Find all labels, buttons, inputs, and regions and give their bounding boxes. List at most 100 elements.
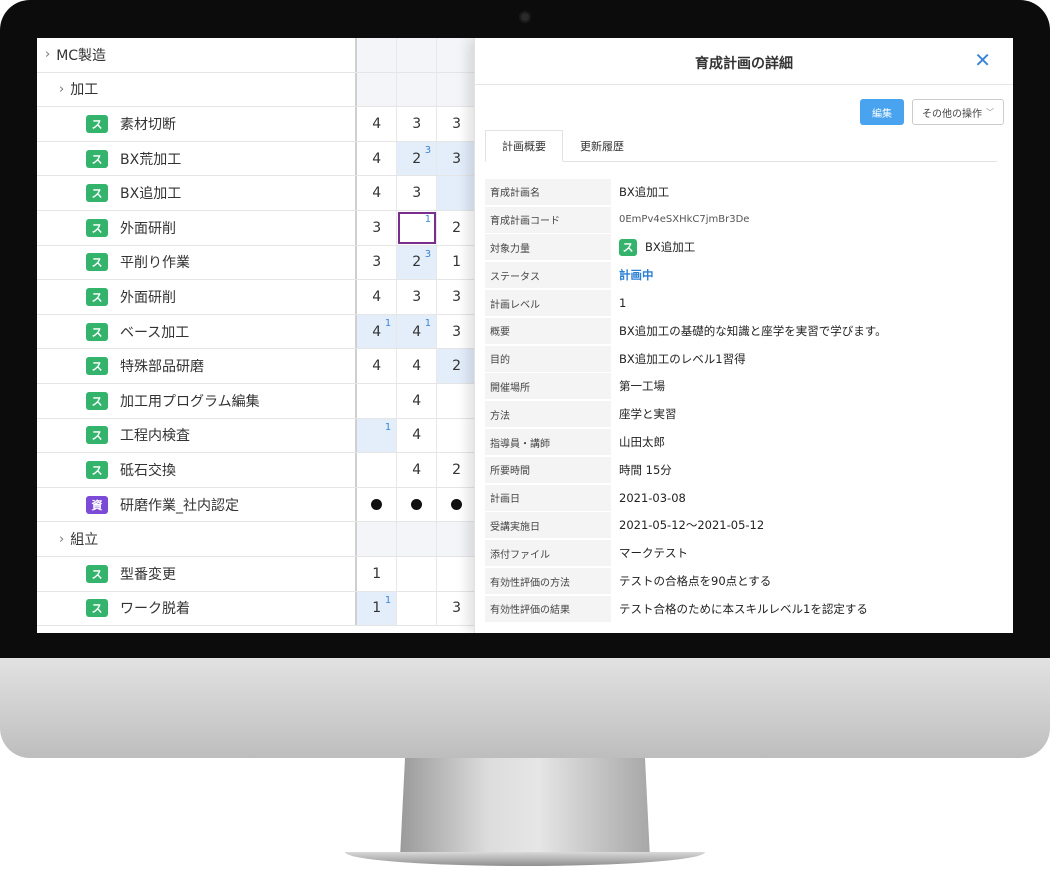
field-label: ステータス [485, 262, 611, 289]
matrix-cell[interactable]: 2 [437, 453, 478, 487]
field-value: 第一工場 [611, 378, 665, 394]
matrix-cell[interactable]: 3 [437, 280, 478, 314]
cell-value: 2 [412, 254, 422, 271]
chevron-right-icon[interactable]: › [45, 47, 50, 62]
matrix-cell[interactable]: 3 [397, 176, 438, 210]
row-label: 組立 [70, 532, 99, 549]
matrix-cell[interactable]: 3 [397, 280, 438, 314]
panel-header: 育成計画の詳細 ✕ [475, 38, 1013, 85]
matrix-cell[interactable] [357, 384, 398, 418]
table-row[interactable]: ス加工用プログラム編集 4 [37, 384, 478, 419]
matrix-cell[interactable] [437, 38, 477, 72]
row-label: BX荒加工 [120, 151, 182, 168]
matrix-cell[interactable]: 3 [437, 314, 478, 349]
table-row[interactable]: ス型番変更 1 [37, 557, 478, 592]
tab-overview[interactable]: 計画概要 [485, 130, 563, 162]
matrix-cell[interactable] [437, 418, 478, 453]
field-value: マークテスト [611, 545, 688, 561]
matrix-cell[interactable]: 41 [357, 314, 398, 349]
cell-superscript: 1 [384, 421, 392, 433]
matrix-cell[interactable]: 41 [397, 314, 438, 349]
matrix-cell[interactable]: 3 [357, 245, 398, 280]
table-row[interactable]: ス砥石交換 4 2 [37, 453, 478, 488]
matrix-cell[interactable]: 4 [357, 141, 398, 176]
table-row[interactable]: ス BX追加工 4 3 [37, 176, 478, 211]
more-actions-button[interactable]: その他の操作 ﹀ [912, 99, 1004, 125]
matrix-cell[interactable] [437, 384, 478, 418]
table-row[interactable]: ス特殊部品研磨 4 4 2 [37, 349, 478, 384]
cell-superscript: 3 [424, 248, 432, 260]
matrix-cell[interactable] [437, 522, 477, 556]
matrix-cell[interactable]: 3 [437, 107, 478, 141]
matrix-cell[interactable]: 4 [397, 453, 438, 487]
matrix-cell[interactable]: 4 [357, 280, 398, 314]
matrix-cell[interactable] [437, 487, 478, 522]
chevron-right-icon[interactable]: › [59, 82, 64, 97]
field-label: 対象力量 [485, 234, 611, 261]
group-row[interactable]: › 加工 [37, 72, 477, 108]
matrix-cell[interactable]: 1 [437, 245, 478, 280]
matrix-cell[interactable]: 23 [397, 141, 438, 176]
matrix-cell[interactable] [437, 557, 478, 591]
field-value-text: テストの合格点を90点とする [619, 574, 772, 589]
matrix-cell[interactable]: 4 [357, 107, 398, 141]
matrix-cell[interactable] [397, 72, 438, 107]
field-label: 添付ファイル [485, 540, 611, 567]
matrix-cell[interactable] [437, 176, 478, 210]
matrix-cell[interactable]: 4 [357, 349, 398, 383]
chevron-right-icon[interactable]: › [59, 532, 64, 547]
cell-value: 4 [412, 427, 422, 444]
cell-value: 4 [372, 323, 382, 340]
matrix-cell[interactable]: 4 [397, 349, 438, 383]
matrix-cell[interactable]: 4 [357, 176, 398, 210]
matrix-cell[interactable]: 2 [437, 211, 478, 245]
matrix-cell[interactable] [397, 487, 438, 522]
table-row[interactable]: ス平削り作業 3 2 3 1 [37, 245, 478, 281]
matrix-cell[interactable]: 1 [397, 211, 438, 245]
table-row[interactable]: ス素材切断 4 3 3 [37, 107, 478, 142]
matrix-cell[interactable] [357, 522, 398, 556]
matrix-cell[interactable]: 3 [437, 141, 478, 176]
tab-history[interactable]: 更新履歴 [563, 130, 641, 162]
field-value-text: マークテスト [619, 546, 688, 561]
certification-tag-icon: 資 [86, 495, 108, 514]
field-label: 有効性評価の結果 [485, 595, 611, 622]
cell-value: 4 [412, 392, 422, 409]
table-row[interactable]: ス工程内検査 1 4 [37, 418, 478, 454]
field-label: 概要 [485, 317, 611, 344]
table-row[interactable]: スワーク脱着 1 1 3 [37, 591, 478, 627]
table-row[interactable]: ス外面研削 3 1 2 [37, 211, 478, 246]
matrix-cell[interactable] [357, 487, 398, 522]
matrix-cell[interactable]: 4 [397, 418, 438, 453]
close-icon[interactable]: ✕ [974, 48, 991, 72]
matrix-cell[interactable]: 4 [397, 384, 438, 418]
group-row[interactable]: › 組立 [37, 522, 477, 557]
matrix-cell[interactable]: 1 [357, 418, 398, 453]
matrix-cell[interactable] [357, 38, 398, 72]
table-row[interactable]: ス外面研削 4 3 3 [37, 280, 478, 315]
matrix-cell[interactable]: 3 [437, 591, 478, 626]
group-row[interactable]: › MC製造 [37, 38, 477, 73]
matrix-cell[interactable] [397, 591, 438, 626]
matrix-cell[interactable]: 11 [357, 591, 398, 626]
matrix-cell[interactable] [397, 38, 438, 72]
skill-tag-icon: ス [86, 184, 108, 203]
matrix-cell[interactable]: 2 [437, 349, 478, 383]
matrix-cell[interactable]: 23 [397, 245, 438, 280]
matrix-cell[interactable] [357, 72, 398, 107]
matrix-cell[interactable] [357, 453, 398, 487]
field-value-text: 計画中 [619, 268, 654, 283]
matrix-cell[interactable] [437, 72, 477, 107]
table-row[interactable]: ス BX荒加工 4 2 3 3 [37, 141, 478, 177]
matrix-cell[interactable]: 1 [357, 557, 398, 591]
matrix-cell[interactable]: 3 [357, 211, 398, 245]
field-label: 育成計画コード [485, 206, 611, 233]
edit-button[interactable]: 編集 [860, 99, 904, 125]
table-row[interactable]: 資研磨作業_社内認定 [37, 487, 478, 523]
table-row[interactable]: スベース加工 4 1 4 1 3 [37, 314, 478, 350]
row-label: BX追加工 [120, 186, 182, 203]
matrix-cell[interactable]: 3 [397, 107, 438, 141]
matrix-cell[interactable] [397, 522, 438, 556]
matrix-cell[interactable] [397, 557, 438, 591]
row-name: ス型番変更 [37, 557, 358, 591]
